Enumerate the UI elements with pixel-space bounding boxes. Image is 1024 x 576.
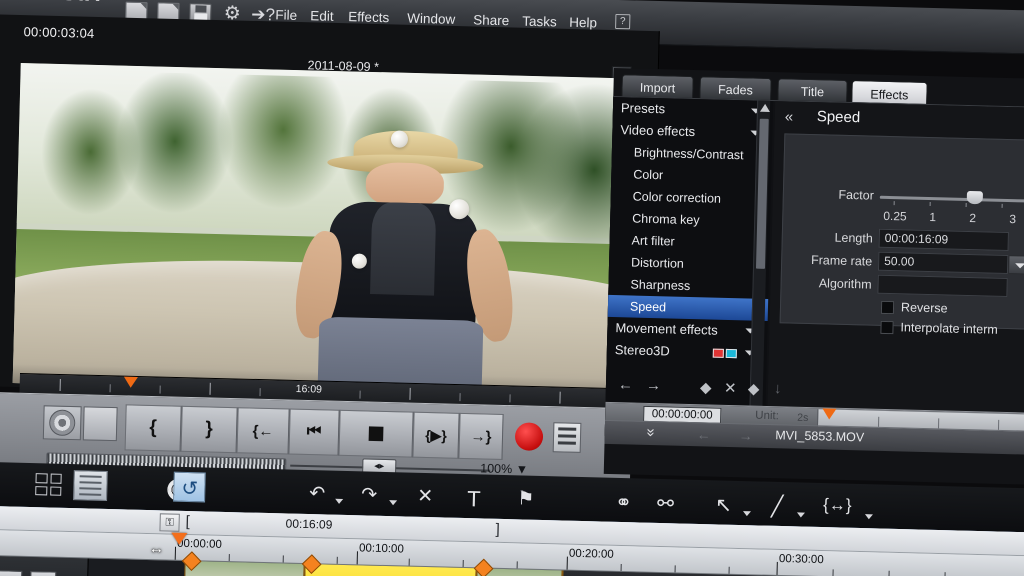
media-pool-panel: Import Fades Title Effects Presets Video…: [603, 68, 1024, 485]
undo-icon[interactable]: ↶: [309, 482, 325, 505]
reverse-label: Reverse: [900, 300, 948, 316]
magnet-icon: ↺: [181, 477, 199, 501]
juggling-ball: [390, 130, 409, 148]
shirt: [370, 202, 436, 296]
chevron-down-icon[interactable]: [796, 512, 805, 518]
juggler-figure: [289, 128, 519, 399]
factor-label: Factor: [838, 187, 875, 203]
set-out-point-button[interactable]: }: [180, 405, 238, 454]
factor-scale-1: 1: [929, 210, 937, 225]
delete-icon[interactable]: ✕: [417, 485, 433, 508]
edit-keyframe-icon[interactable]: ◆: [748, 379, 760, 397]
stop-button[interactable]: ■: [338, 409, 414, 458]
timeline-resize-handle[interactable]: ↔: [149, 540, 164, 557]
menu-item-file[interactable]: File: [275, 7, 297, 23]
ruler-label: 00:30:00: [778, 552, 824, 567]
pool-playhead[interactable]: [822, 408, 837, 420]
title-editor-icon[interactable]: T: [467, 486, 481, 512]
range-start-bracket[interactable]: [: [185, 513, 190, 530]
chevron-down-icon[interactable]: [335, 498, 344, 504]
effects-item-label: Presets: [620, 100, 666, 117]
range-tool-icon[interactable]: {↔}: [823, 495, 852, 516]
collapse-panel-icon[interactable]: «: [785, 108, 794, 125]
delete-keyframe-icon[interactable]: ✕: [724, 379, 737, 397]
previous-frame-button[interactable]: ⏮: [288, 408, 340, 456]
razor-cut-icon[interactable]: ╱: [771, 494, 784, 519]
track-lock-button[interactable]: ⚿: [29, 571, 57, 576]
ruler-label: 00:20:00: [568, 547, 614, 561]
factor-scale-0: 0.25: [883, 208, 907, 224]
timeline-playhead[interactable]: [171, 532, 188, 545]
range-length-label: 00:16:09: [285, 516, 333, 532]
chevron-down-icon[interactable]: [864, 514, 873, 520]
set-in-point-button[interactable]: {: [124, 404, 182, 452]
group-icon[interactable]: ⚭: [615, 490, 632, 515]
factor-scale-3: 3: [1009, 212, 1017, 227]
speed-controls-box: Factor 0.25 1 2 3 Length 00:00:16:09 Fra…: [779, 133, 1024, 337]
length-label: Length: [834, 230, 873, 246]
effects-group-stereo3d[interactable]: Stereo3D: [607, 339, 768, 365]
app-logo: MAGIX: [23, 0, 102, 7]
storyboard-mode-button[interactable]: [35, 473, 62, 496]
frame-rate-field[interactable]: 50.00: [877, 251, 1009, 275]
scroll-up-arrow-icon[interactable]: [759, 103, 771, 112]
magix-video-editor-window: MAGIX ⚙ ➔? File Edit Effects Window Shar…: [0, 0, 1024, 576]
keyframe-toolbar: ← → ◆ ✕ ◆ ↓: [606, 376, 782, 404]
track-mute-button[interactable]: M: [0, 570, 23, 576]
track-list-button[interactable]: [552, 422, 582, 453]
effects-item-label: Movement effects: [615, 320, 718, 338]
pool-body: Presets Video effects Brightness/Contras…: [604, 95, 1024, 455]
speed-panel-header: « Speed: [774, 105, 1024, 138]
length-field[interactable]: 00:00:16:09: [878, 228, 1009, 252]
range-end-bracket[interactable]: ]: [495, 521, 500, 538]
factor-scale-2: 2: [969, 211, 977, 226]
algorithm-field[interactable]: [877, 274, 1008, 298]
interpolate-label: Interpolate interm: [900, 320, 998, 337]
monitor-current-timecode: 00:00:03:04: [23, 24, 95, 41]
anaglyph-glasses-icon: [712, 348, 739, 360]
unit-value[interactable]: 2s: [797, 412, 808, 424]
redo-icon[interactable]: ↷: [361, 483, 377, 506]
move-keyframe-icon[interactable]: ↓: [774, 380, 782, 397]
play-range-button[interactable]: {▶}: [412, 411, 460, 459]
add-keyframe-icon[interactable]: ◆: [700, 378, 712, 396]
lock-range-icon[interactable]: ⚿: [159, 513, 180, 532]
jump-to-in-button[interactable]: {←: [236, 407, 290, 455]
chevron-down-icon[interactable]: [389, 500, 398, 506]
movie-mode-button[interactable]: [42, 405, 82, 441]
algorithm-label: Algorithm: [818, 276, 872, 292]
ruler-label: 00:10:00: [358, 542, 404, 556]
track-header: M ⚿: [0, 555, 89, 576]
monitor-playhead[interactable]: [123, 376, 138, 388]
speed-parameter-pane: « Speed Factor 0.25 1 2 3 Length 00:00:1…: [766, 101, 1024, 447]
chevron-down-icon[interactable]: [742, 511, 751, 517]
help-question-icon[interactable]: ?: [615, 13, 631, 30]
reverse-checkbox[interactable]: [880, 300, 895, 315]
timeline-clip[interactable]: [183, 560, 305, 576]
juggling-ball: [448, 198, 470, 220]
mouse-mode-icon[interactable]: ↖: [715, 492, 732, 517]
marker-icon[interactable]: ⚑: [517, 487, 535, 510]
unit-label: Unit:: [755, 409, 780, 423]
effects-item-label: Stereo3D: [614, 342, 670, 359]
program-monitor: 00:00:03:04 2011-08-09 * 00:00:16:09: [0, 14, 660, 404]
timeline-mode-toggle-button[interactable]: [82, 406, 118, 442]
speed-panel-title: Speed: [816, 108, 861, 127]
jump-to-out-button[interactable]: →}: [458, 412, 504, 460]
next-keyframe-icon[interactable]: →: [646, 377, 661, 394]
previous-keyframe-icon[interactable]: ←: [618, 376, 633, 393]
factor-slider-handle[interactable]: [966, 190, 983, 205]
video-preview-image[interactable]: [12, 63, 621, 399]
monitor-ruler-label: 16:09: [295, 382, 323, 396]
factor-slider-track[interactable]: [879, 195, 1024, 204]
record-button[interactable]: [514, 422, 544, 451]
timeline-mode-button[interactable]: [73, 470, 108, 501]
interpolate-checkbox[interactable]: [880, 320, 894, 335]
frame-rate-label: Frame rate: [810, 253, 873, 269]
effects-item-label: Video effects: [620, 122, 696, 140]
frame-rate-dropdown-icon[interactable]: [1007, 255, 1024, 275]
ungroup-icon[interactable]: ⚯: [657, 491, 674, 516]
